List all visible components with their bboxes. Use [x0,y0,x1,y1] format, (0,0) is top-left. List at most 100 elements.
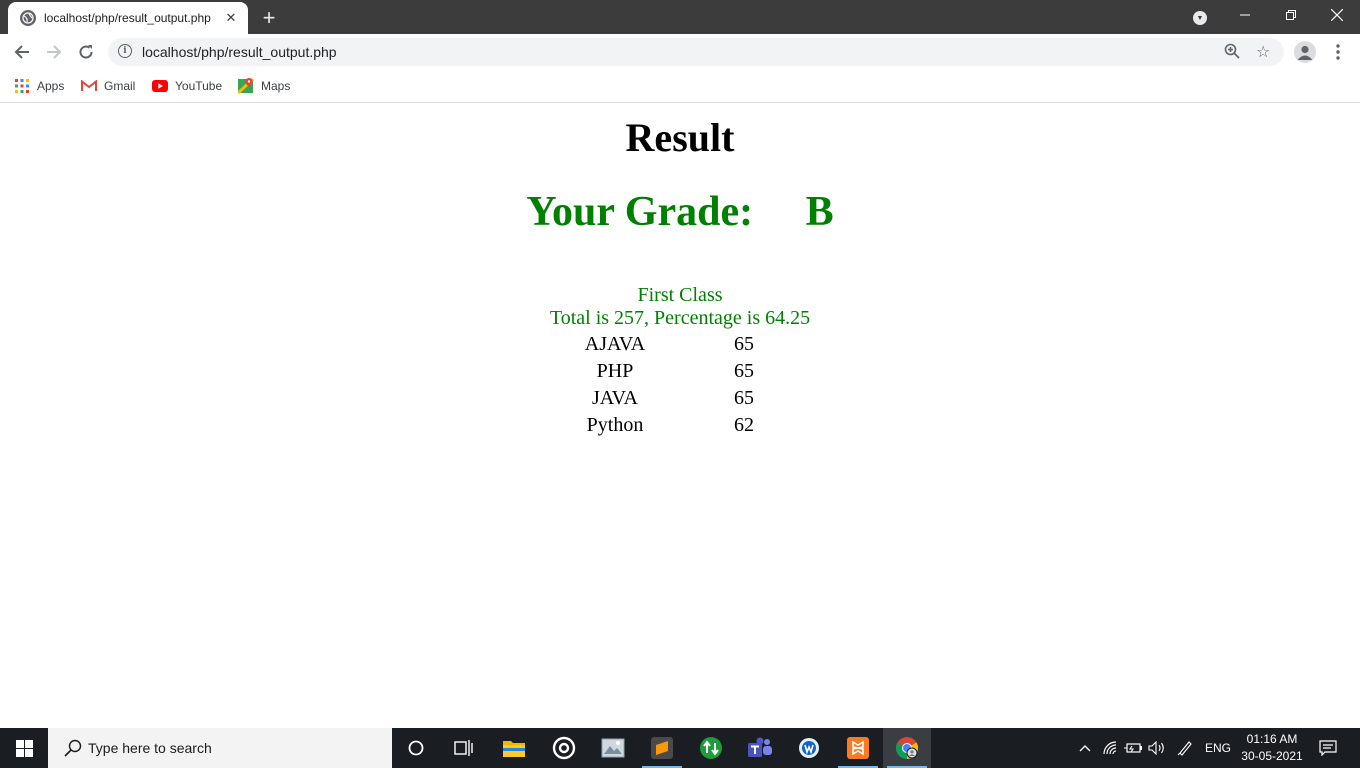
sublime-icon [651,737,673,759]
bookmark-youtube[interactable]: YouTube [152,76,222,96]
back-button[interactable] [8,38,36,66]
folder-icon [503,741,525,757]
subject-cell: PHP [596,360,634,382]
class-text: First Class [637,284,723,306]
browser-toolbar: i localhost/php/result_output.php ☆ [0,34,1360,70]
subject-cell: JAVA [592,387,638,409]
wifi-icon [1103,741,1117,755]
clock-date: 30-05-2021 [1241,749,1303,763]
zoom-icon[interactable] [1224,43,1240,64]
taskbar-search-box[interactable]: Type here to search [48,728,392,768]
person-icon [1297,45,1313,60]
kebab-menu-icon [1336,44,1340,60]
page-title: Result [625,115,735,160]
clock[interactable]: 01:16 AM 30-05-2021 [1236,731,1308,765]
search-placeholder: Type here to search [88,740,212,756]
windows-logo-icon [15,739,33,757]
marks-table: AJAVA 65 PHP 65 JAVA 65 Python 62 [570,331,828,439]
bookmark-maps[interactable]: Maps [238,76,290,96]
minimize-button[interactable] [1222,0,1268,30]
media-app-taskbar-button[interactable] [540,728,588,768]
maps-icon [238,78,254,94]
chevron-down-icon: ▼ [1193,11,1207,25]
new-tab-button[interactable]: + [256,5,282,31]
bookmark-label: Gmail [104,79,136,93]
bookmark-label: Maps [261,79,291,93]
transfer-app-taskbar-button[interactable] [687,728,735,768]
url-text[interactable]: localhost/php/result_output.php [142,44,337,60]
teams-taskbar-button[interactable] [736,728,784,768]
network-button[interactable] [1100,728,1122,768]
table-row: PHP 65 [570,358,828,385]
restore-button[interactable] [1268,0,1314,30]
bookmark-star-icon[interactable]: ☆ [1256,42,1270,62]
notifications-button[interactable] [1314,728,1342,768]
xampp-taskbar-button[interactable] [834,728,882,768]
forward-button[interactable] [40,38,68,66]
arrow-left-icon [14,45,29,59]
chrome-taskbar-button[interactable] [883,728,931,768]
file-explorer-taskbar-button[interactable] [490,728,538,768]
table-row: AJAVA 65 [570,331,828,358]
chevron-up-icon [1079,745,1091,752]
profile-avatar[interactable] [1294,41,1316,63]
address-bar[interactable]: i localhost/php/result_output.php ☆ [108,38,1284,66]
transfer-icon [700,737,722,759]
globe-icon [20,10,36,26]
show-hidden-icons-button[interactable] [1074,728,1096,768]
gmail-icon [81,78,97,94]
close-tab-icon[interactable]: ✕ [222,9,240,27]
table-row: Python 62 [570,412,828,439]
picture-icon [601,738,625,758]
clock-time: 01:16 AM [1246,732,1298,746]
tab-strip: localhost/php/result_output.php ✕ + ▼ [0,0,1360,34]
page-content: Result Your Grade: B First Class Total i… [0,103,1360,728]
battery-icon [1124,743,1142,753]
grade-heading: Your Grade: B [526,189,834,235]
close-window-button[interactable] [1314,0,1360,30]
xampp-icon [847,737,869,759]
reload-button[interactable] [72,38,100,66]
speaker-icon [1148,741,1164,755]
cortana-icon [408,740,424,756]
pen-icon [1177,741,1192,756]
task-view-icon [454,740,473,756]
language-indicator[interactable]: ENG [1202,728,1234,768]
edge-app-taskbar-button[interactable] [785,728,833,768]
bookmark-label: Apps [37,79,65,93]
subject-cell: AJAVA [584,333,646,355]
subject-cell: Python [586,414,644,436]
browser-app-icon [799,738,819,758]
table-row: JAVA 65 [570,385,828,412]
total-percentage-text: Total is 257, Percentage is 64.25 [549,307,811,329]
youtube-icon [152,78,168,94]
mark-cell: 65 [734,333,754,355]
tab-title: localhost/php/result_output.php [44,11,211,25]
mark-cell: 65 [734,387,754,409]
battery-button[interactable] [1122,728,1144,768]
notification-icon [1319,740,1337,756]
disc-icon [552,736,576,760]
bookmark-label: YouTube [175,79,223,93]
browser-tab[interactable]: localhost/php/result_output.php ✕ [8,2,248,34]
mark-cell: 65 [734,360,754,382]
reload-icon [79,45,93,59]
start-button[interactable] [0,728,48,768]
task-view-button[interactable] [440,728,488,768]
arrow-right-icon [47,45,62,59]
volume-button[interactable] [1146,728,1168,768]
chrome-icon [896,737,918,759]
bookmark-gmail[interactable]: Gmail [81,76,135,96]
windows-taskbar: Type here to search ENG 01:16 AM 30-05-2… [0,728,1360,768]
photos-taskbar-button[interactable] [589,728,637,768]
search-icon [64,739,82,757]
tab-search-button[interactable]: ▼ [1190,8,1210,28]
site-info-icon[interactable]: i [118,44,132,58]
bookmark-apps[interactable]: Apps [14,76,64,96]
chrome-menu-button[interactable] [1330,42,1346,62]
bookmarks-bar: Apps Gmail YouTube Maps [0,70,1360,103]
sublime-text-taskbar-button[interactable] [638,728,686,768]
cortana-button[interactable] [392,728,440,768]
apps-grid-icon [14,78,30,94]
pen-workspace-button[interactable] [1174,728,1196,768]
